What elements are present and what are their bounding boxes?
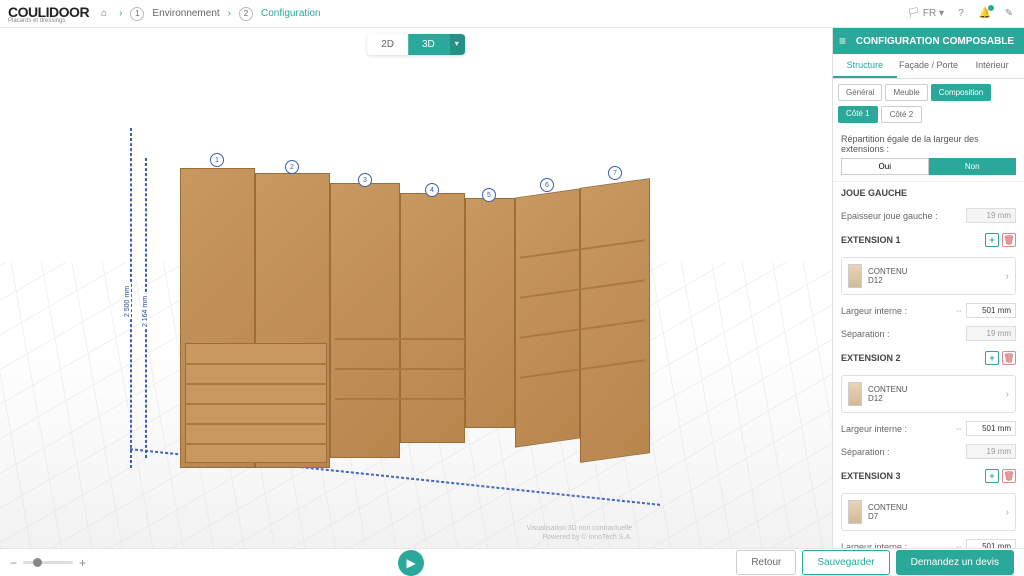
- breadcrumb-step1-num[interactable]: 1: [130, 7, 144, 21]
- ext2-content-card[interactable]: CONTENU D12 ›: [841, 375, 1016, 413]
- ruler-icon: ⇔: [955, 306, 963, 315]
- ext2-largeur-input[interactable]: [966, 421, 1016, 436]
- notification-icon[interactable]: 🔔: [978, 7, 992, 21]
- config-sidebar: ≡ CONFIGURATION COMPOSABLE Structure Faç…: [832, 28, 1024, 548]
- ext3-content-info: CONTENU D7: [868, 503, 1000, 521]
- retour-button[interactable]: Retour: [736, 550, 796, 575]
- play-button[interactable]: ▶: [398, 550, 424, 576]
- joue-gauche-title: JOUE GAUCHE: [833, 182, 1024, 204]
- ext1-delete-button[interactable]: 🗑: [1002, 233, 1016, 247]
- 3d-canvas[interactable]: 2D 3D ▾ 2 500 mm 2 164 mm: [0, 28, 832, 548]
- hotspot-4[interactable]: 4: [425, 183, 439, 197]
- extension1-title: EXTENSION 1 + 🗑: [833, 227, 1024, 253]
- view-2d-button[interactable]: 2D: [367, 34, 408, 55]
- tabs-level2: Général Meuble Composition: [833, 79, 1024, 106]
- save-button[interactable]: Sauvegarder: [802, 550, 889, 575]
- zoom-out-button[interactable]: −: [10, 556, 17, 570]
- hotspot-3[interactable]: 3: [358, 173, 372, 187]
- ext1-sep-input[interactable]: [966, 326, 1016, 341]
- topbar: COULIDOOR Placards et dressings ⌂ › 1 En…: [0, 0, 1024, 28]
- hotspot-6[interactable]: 6: [540, 178, 554, 192]
- repartition-label: Répartition égale de la largeur des exte…: [841, 134, 1016, 154]
- tab-meuble[interactable]: Meuble: [885, 84, 927, 101]
- repartition-toggle: Oui Non: [841, 158, 1016, 175]
- content-thumb-icon: [848, 382, 862, 406]
- logo-block: COULIDOOR Placards et dressings: [8, 4, 89, 24]
- hotspot-1[interactable]: 1: [210, 153, 224, 167]
- help-icon[interactable]: ?: [954, 7, 968, 21]
- joue-epaisseur-label: Epaisseur joue gauche :: [841, 211, 938, 221]
- devis-button[interactable]: Demandez un devis: [896, 550, 1014, 575]
- chevron-right-icon: ›: [119, 8, 122, 19]
- ext2-add-button[interactable]: +: [985, 351, 999, 365]
- sidebar-title: CONFIGURATION COMPOSABLE: [852, 36, 1018, 47]
- chevron-right-icon: ›: [1006, 389, 1009, 400]
- ext2-sep-field: Séparation :: [833, 440, 1024, 463]
- sidebar-header: ≡ CONFIGURATION COMPOSABLE: [833, 28, 1024, 54]
- topbar-right: 🏳 FR ▾ ? 🔔 ✎: [907, 7, 1016, 21]
- ext1-add-button[interactable]: +: [985, 233, 999, 247]
- zoom-slider[interactable]: [23, 561, 73, 564]
- extension3-title: EXTENSION 3 + 🗑: [833, 463, 1024, 489]
- breadcrumb-step1[interactable]: Environnement: [152, 8, 219, 19]
- ruler-icon: ⇔: [955, 424, 963, 433]
- ext3-content-card[interactable]: CONTENU D7 ›: [841, 493, 1016, 531]
- view-toggle: 2D 3D ▾: [367, 34, 465, 55]
- chevron-right-icon: ›: [1006, 507, 1009, 518]
- ext1-content-card[interactable]: CONTENU D12 ›: [841, 257, 1016, 295]
- tab-cote1[interactable]: Côté 1: [838, 106, 878, 123]
- ext2-sep-input[interactable]: [966, 444, 1016, 459]
- ext3-add-button[interactable]: +: [985, 469, 999, 483]
- zoom-in-button[interactable]: +: [79, 556, 86, 570]
- ext1-largeur-field: Largeur interne : ⇔: [833, 299, 1024, 322]
- credit-text: Visualisation 3D non contractuelle Power…: [527, 524, 632, 542]
- dim-height2: 2 164 mm: [142, 294, 149, 329]
- zoom-control: − +: [10, 556, 86, 570]
- tabs-level3: Côté 1 Côté 2: [833, 106, 1024, 128]
- tab-facade[interactable]: Façade / Porte: [897, 54, 961, 78]
- hotspot-7[interactable]: 7: [608, 166, 622, 180]
- ext2-largeur-field: Largeur interne : ⇔: [833, 417, 1024, 440]
- hotspot-2[interactable]: 2: [285, 160, 299, 174]
- breadcrumb-step2[interactable]: Configuration: [261, 8, 320, 19]
- chevron-right-icon: ›: [1006, 271, 1009, 282]
- ext3-largeur-input[interactable]: [966, 539, 1016, 548]
- toggle-oui[interactable]: Oui: [841, 158, 929, 175]
- tab-general[interactable]: Général: [838, 84, 882, 101]
- tab-interieur[interactable]: Intérieur: [960, 54, 1024, 78]
- ext3-delete-button[interactable]: 🗑: [1002, 469, 1016, 483]
- content-thumb-icon: [848, 500, 862, 524]
- joue-epaisseur-input[interactable]: [966, 208, 1016, 223]
- ext2-content-info: CONTENU D12: [868, 385, 1000, 403]
- home-icon[interactable]: ⌂: [97, 7, 111, 21]
- toggle-non[interactable]: Non: [929, 158, 1017, 175]
- content-thumb-icon: [848, 264, 862, 288]
- view-dropdown[interactable]: ▾: [449, 34, 465, 55]
- ext1-sep-field: Séparation :: [833, 322, 1024, 345]
- footer: − + ▶ Retour Sauvegarder Demandez un dev…: [0, 548, 1024, 576]
- hamburger-icon[interactable]: ≡: [839, 34, 846, 48]
- tab-composition[interactable]: Composition: [931, 84, 991, 101]
- breadcrumb-step2-num[interactable]: 2: [239, 7, 253, 21]
- extension2-title: EXTENSION 2 + 🗑: [833, 345, 1024, 371]
- ext2-delete-button[interactable]: 🗑: [1002, 351, 1016, 365]
- wand-icon[interactable]: ✎: [1002, 7, 1016, 21]
- tabs-level1: Structure Façade / Porte Intérieur: [833, 54, 1024, 79]
- view-3d-button[interactable]: 3D: [408, 34, 449, 55]
- footer-buttons: Retour Sauvegarder Demandez un devis: [736, 550, 1014, 575]
- furniture-render: 2 500 mm 2 164 mm: [160, 148, 700, 468]
- joue-epaisseur-field: Epaisseur joue gauche :: [833, 204, 1024, 227]
- language-selector[interactable]: 🏳 FR ▾: [907, 8, 944, 19]
- tab-cote2[interactable]: Côté 2: [881, 106, 923, 123]
- repartition-row: Répartition égale de la largeur des exte…: [833, 128, 1024, 182]
- hotspot-5[interactable]: 5: [482, 188, 496, 202]
- chevron-right-icon: ›: [228, 8, 231, 19]
- ext3-largeur-field: Largeur interne : ⇔: [833, 535, 1024, 548]
- ruler-icon: ⇔: [955, 542, 963, 548]
- ext1-content-info: CONTENU D12: [868, 267, 1000, 285]
- ext1-largeur-input[interactable]: [966, 303, 1016, 318]
- dim-height1: 2 500 mm: [124, 284, 131, 319]
- tab-structure[interactable]: Structure: [833, 54, 897, 78]
